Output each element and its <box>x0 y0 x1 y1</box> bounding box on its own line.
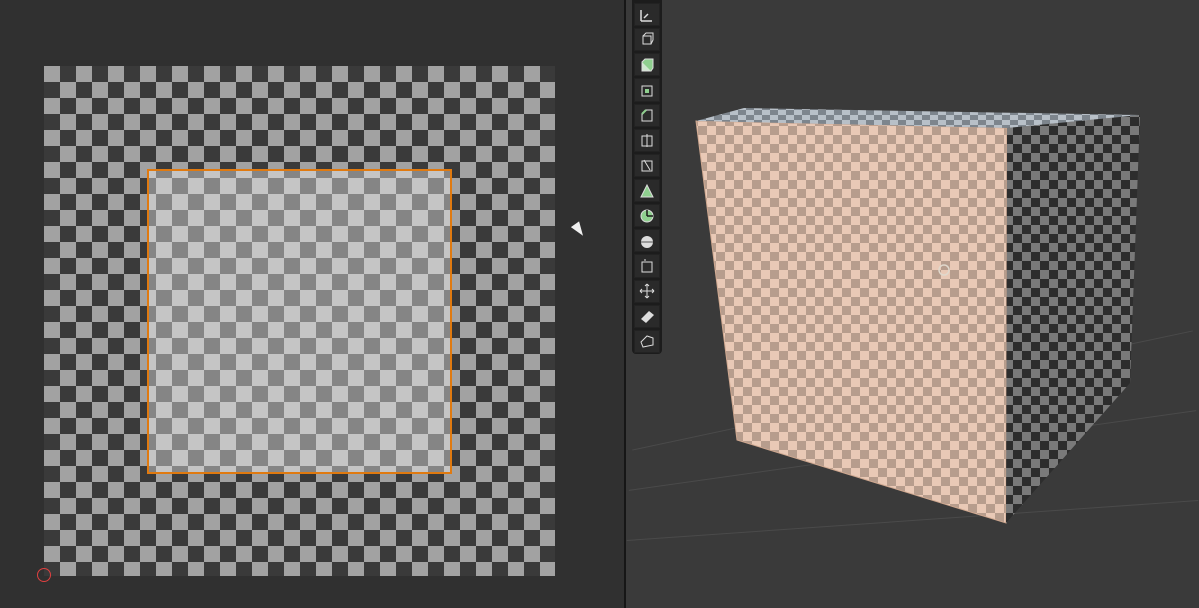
mouse-cursor-icon <box>570 221 588 239</box>
rip-region-icon[interactable] <box>634 329 660 353</box>
cube-object[interactable] <box>626 0 1199 608</box>
shrink-fatten-icon[interactable] <box>634 279 660 303</box>
knife-icon[interactable] <box>634 153 660 177</box>
extrude-region-icon[interactable] <box>634 53 660 77</box>
3d-viewport-panel[interactable] <box>626 0 1199 608</box>
uv-selected-face[interactable] <box>147 169 452 474</box>
poly-build-icon[interactable] <box>634 178 660 203</box>
shear-icon[interactable] <box>634 304 660 328</box>
spin-icon[interactable] <box>634 204 660 228</box>
edge-slide-icon[interactable] <box>634 254 660 278</box>
uv-editor-panel[interactable] <box>0 0 624 608</box>
add-cube-icon[interactable] <box>634 28 660 52</box>
loop-cut-icon[interactable] <box>634 128 660 152</box>
cube-front-face <box>695 120 1008 524</box>
cursor-origin-icon <box>37 568 51 582</box>
smooth-icon[interactable] <box>634 229 660 253</box>
cube-right-face <box>1006 115 1140 523</box>
tool-shelf <box>632 0 662 354</box>
measure-icon[interactable] <box>634 3 660 27</box>
inset-faces-icon[interactable] <box>634 78 660 102</box>
bevel-icon[interactable] <box>634 103 660 127</box>
